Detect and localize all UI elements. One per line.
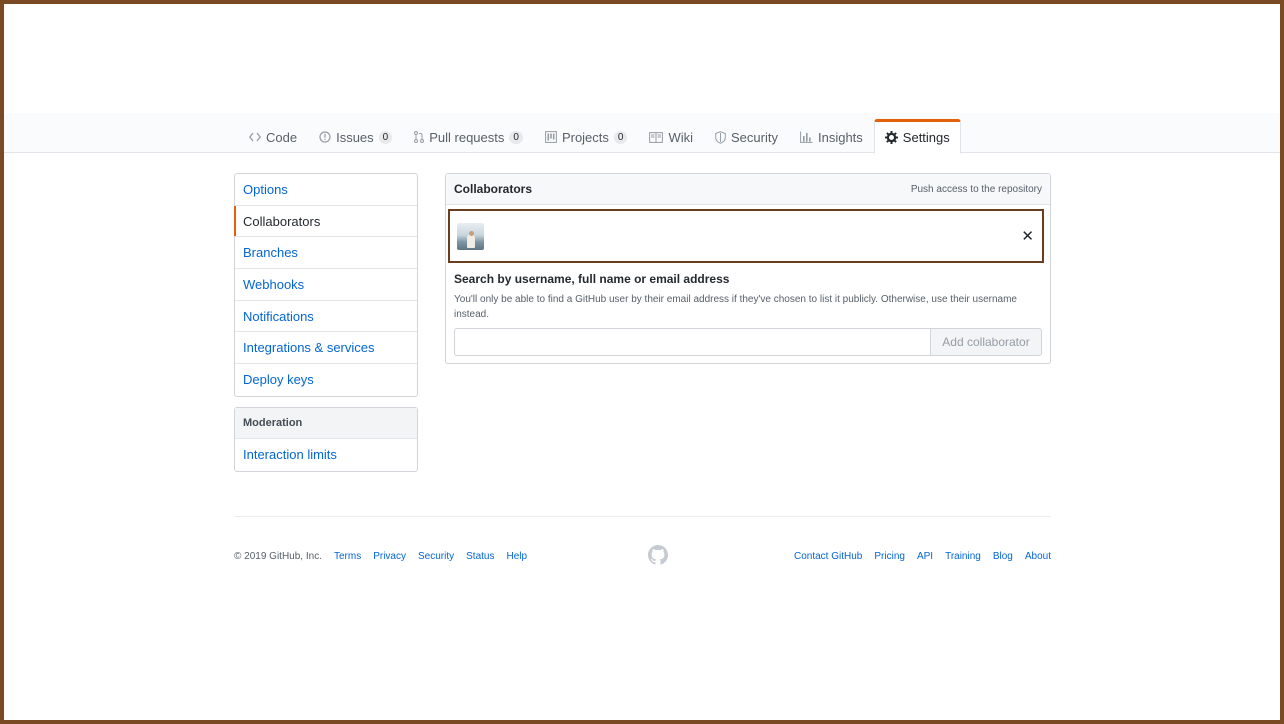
- collaborators-title: Collaborators: [454, 182, 533, 196]
- footer-left: © 2019 GitHub, Inc. Terms Privacy Securi…: [234, 551, 527, 562]
- settings-sidebar: Options Collaborators Branches Webhooks …: [234, 173, 418, 397]
- push-access-note: Push access to the repository: [910, 183, 1042, 195]
- tab-projects[interactable]: Projects 0: [534, 119, 639, 153]
- sidebar-item-branches[interactable]: Branches: [235, 237, 417, 270]
- add-collaborator-button[interactable]: Add collaborator: [930, 328, 1042, 356]
- sidebar-item-integrations[interactable]: Integrations & services: [235, 332, 417, 365]
- footer-link-security[interactable]: Security: [418, 551, 454, 562]
- pull-requests-counter: 0: [509, 130, 523, 144]
- collaborators-box: Collaborators Push access to the reposit…: [445, 173, 1051, 364]
- tab-label: Projects: [561, 129, 609, 145]
- tab-label: Code: [266, 129, 298, 145]
- sidebar-item-options[interactable]: Options: [235, 174, 417, 206]
- remove-collaborator-button[interactable]: ✕: [1021, 227, 1034, 245]
- footer-link-blog[interactable]: Blog: [993, 551, 1013, 562]
- footer-link-training[interactable]: Training: [945, 551, 981, 562]
- sidebar-item-notifications[interactable]: Notifications: [235, 301, 417, 333]
- collaborator-row: ✕: [448, 209, 1044, 263]
- tab-pull-requests[interactable]: Pull requests 0: [403, 119, 534, 153]
- pull-request-icon: [414, 131, 425, 143]
- tab-security[interactable]: Security: [704, 119, 789, 153]
- tab-issues[interactable]: Issues 0: [308, 119, 403, 153]
- tab-insights[interactable]: Insights: [789, 119, 874, 153]
- footer-link-api[interactable]: API: [917, 551, 933, 562]
- issues-counter: 0: [378, 130, 393, 144]
- shield-icon: [715, 130, 726, 144]
- sidebar-item-deploy-keys[interactable]: Deploy keys: [235, 364, 417, 396]
- footer-link-status[interactable]: Status: [466, 551, 494, 562]
- tab-wiki[interactable]: Wiki: [638, 119, 704, 153]
- graph-icon: [800, 131, 813, 143]
- footer-right: Contact GitHub Pricing API Training Blog…: [794, 551, 1051, 562]
- moderation-sidebar: Moderation Interaction limits: [234, 407, 418, 472]
- tab-label: Wiki: [668, 129, 694, 145]
- gear-icon: [884, 131, 898, 144]
- footer-link-contact[interactable]: Contact GitHub: [794, 551, 862, 562]
- site-footer: © 2019 GitHub, Inc. Terms Privacy Securi…: [234, 516, 1051, 591]
- sidebar-item-interaction-limits[interactable]: Interaction limits: [235, 439, 417, 471]
- repo-nav-bar: Code Issues 0 Pull requests 0 Projects 0: [4, 113, 1280, 154]
- footer-link-about[interactable]: About: [1025, 551, 1051, 562]
- tab-label: Settings: [902, 130, 950, 145]
- tab-label: Pull requests: [429, 129, 505, 145]
- tab-label: Security: [731, 129, 778, 145]
- sidebar-item-webhooks[interactable]: Webhooks: [235, 269, 417, 301]
- footer-link-terms[interactable]: Terms: [334, 551, 361, 562]
- book-icon: [649, 131, 664, 143]
- tab-label: Issues: [336, 129, 374, 145]
- footer-link-pricing[interactable]: Pricing: [874, 551, 905, 562]
- search-help-text: You'll only be able to find a GitHub use…: [454, 294, 1017, 320]
- moderation-heading: Moderation: [235, 408, 417, 439]
- repo-nav: Code Issues 0 Pull requests 0 Projects 0: [238, 119, 961, 154]
- code-icon: [249, 132, 261, 142]
- tab-label: Insights: [817, 129, 863, 145]
- project-icon: [545, 131, 557, 143]
- issue-icon: [319, 131, 331, 143]
- tab-code[interactable]: Code: [238, 119, 308, 153]
- footer-link-privacy[interactable]: Privacy: [373, 551, 406, 562]
- avatar: [457, 222, 484, 250]
- github-logo-icon[interactable]: [648, 545, 668, 568]
- copyright: © 2019 GitHub, Inc.: [234, 551, 322, 562]
- search-input[interactable]: [454, 328, 930, 356]
- projects-counter: 0: [613, 130, 628, 144]
- collaborators-header: Collaborators Push access to the reposit…: [446, 174, 1050, 205]
- sidebar-item-collaborators[interactable]: Collaborators: [234, 205, 417, 238]
- tab-settings[interactable]: Settings: [873, 119, 961, 154]
- collaborator-search: Search by username, full name or email a…: [454, 272, 1042, 356]
- footer-link-help[interactable]: Help: [506, 551, 527, 562]
- search-label: Search by username, full name or email a…: [454, 272, 730, 286]
- search-row: Add collaborator: [454, 328, 1042, 356]
